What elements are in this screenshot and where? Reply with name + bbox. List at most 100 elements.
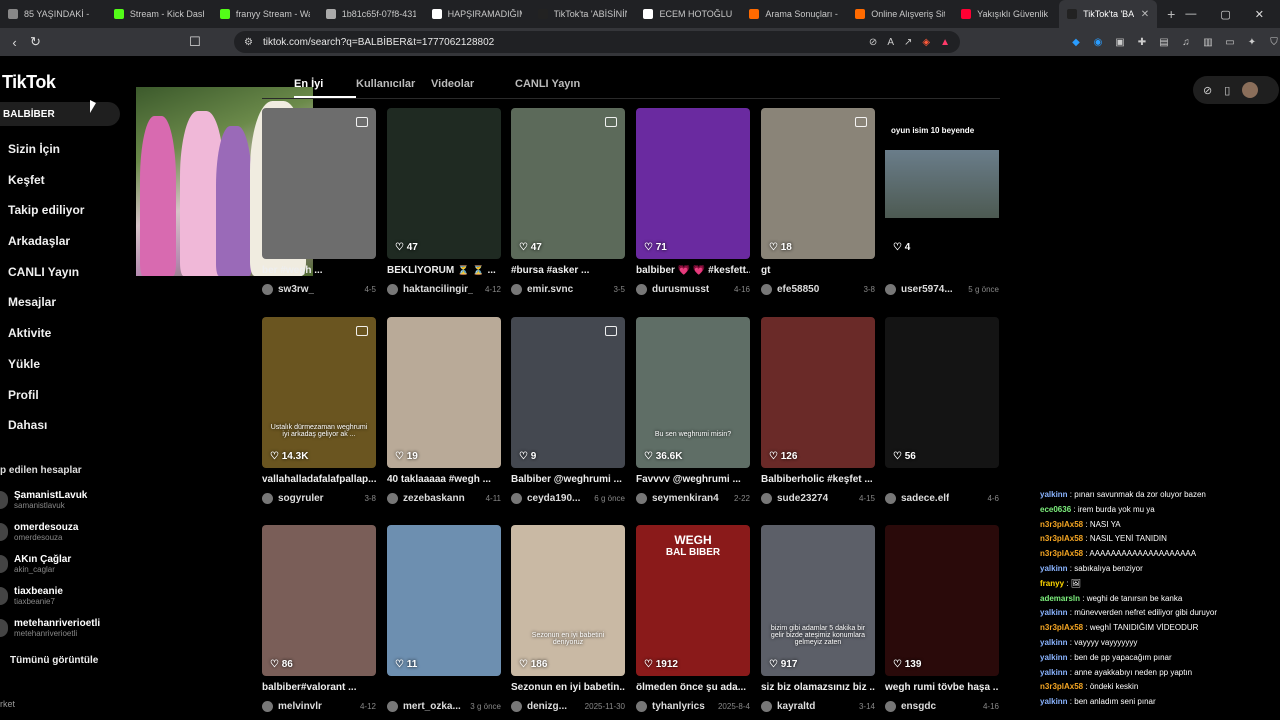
chat-username[interactable]: ademarsln bbox=[1040, 594, 1080, 603]
sidebar-item-8[interactable]: Profil bbox=[8, 388, 84, 419]
reload-icon[interactable]: ↻ bbox=[25, 34, 46, 50]
browser-tab[interactable]: Yakışıklı Güvenlik M bbox=[953, 0, 1059, 28]
wallet-icon[interactable]: ▭ bbox=[1224, 37, 1236, 48]
video-card[interactable]: ♡ 19 40 taklaaaaa #wegh ... zezebaskann 4-1… bbox=[387, 317, 501, 505]
video-author[interactable]: sadece.elf bbox=[901, 493, 949, 504]
close-window-icon[interactable]: ✕ bbox=[1255, 8, 1264, 21]
tab-search-2[interactable]: Videolar bbox=[431, 78, 515, 98]
video-card[interactable]: oyun isim 10 beyende ♡ 4 user5974... 5 g ön… bbox=[885, 108, 999, 296]
share-icon[interactable]: ↗ bbox=[904, 37, 912, 48]
chat-username[interactable]: yalkinn bbox=[1040, 668, 1068, 677]
puzzle-icon[interactable]: ✚ bbox=[1136, 37, 1148, 48]
video-card[interactable]: Bu sen weghrumi misin? ♡ 36.6K Favvvv @weg… bbox=[636, 317, 750, 505]
see-all-link[interactable]: Tümünü görüntüle bbox=[10, 655, 98, 666]
video-author[interactable]: sude23274 bbox=[777, 493, 828, 504]
avatar[interactable] bbox=[885, 700, 896, 712]
sidebar-icon[interactable]: ▥ bbox=[1202, 37, 1214, 48]
video-description[interactable]: wegh rumi tövbe haşa ... bbox=[885, 682, 999, 695]
avatar[interactable] bbox=[761, 283, 772, 295]
video-thumbnail[interactable]: ♡ 56 bbox=[885, 317, 999, 468]
sidebar-item-9[interactable]: Dahası bbox=[8, 418, 84, 449]
sidebar-item-1[interactable]: Keşfet bbox=[8, 173, 84, 204]
extension-icon[interactable]: ▤ bbox=[1158, 37, 1170, 48]
video-thumbnail[interactable]: WEGH BAL BIBER ♡ 1912 bbox=[636, 525, 750, 676]
browser-tab[interactable]: Stream - Kick Dashb bbox=[106, 0, 212, 28]
video-author[interactable]: durusmusst bbox=[652, 284, 709, 295]
tiktok-logo[interactable]: TikTok bbox=[2, 72, 56, 93]
video-author[interactable]: kayraltd bbox=[777, 701, 815, 712]
maximize-icon[interactable]: ▢ bbox=[1220, 8, 1230, 21]
followed-account[interactable]: ŞamanistLavuk samanistlavuk bbox=[0, 486, 125, 514]
music-icon[interactable]: ♫ bbox=[1180, 37, 1192, 48]
video-card[interactable]: ♡ 47 #bursa #asker ... emir.svnc 3-5 bbox=[511, 108, 625, 296]
browser-tab[interactable]: Arama Sonuçları - T bbox=[741, 0, 847, 28]
video-author[interactable]: ceyda190... bbox=[527, 493, 580, 504]
tab-search-1[interactable]: Kullanıcılar bbox=[356, 78, 431, 98]
chat-username[interactable]: yalkinn bbox=[1040, 638, 1068, 647]
video-thumbnail[interactable]: ♡ 11 bbox=[387, 525, 501, 676]
chat-username[interactable]: n3r3plAx58 bbox=[1040, 520, 1083, 529]
video-thumbnail[interactable]: ♡ 18 bbox=[761, 108, 875, 259]
compass-icon[interactable]: ⊘ bbox=[1203, 84, 1212, 97]
video-author[interactable]: user5974... bbox=[901, 284, 953, 295]
bookmark-icon[interactable]: ☐ bbox=[184, 34, 206, 50]
video-card[interactable]: WEGH BAL BIBER ♡ 1912 ölmeden önce şu ada..… bbox=[636, 525, 750, 713]
video-description[interactable]: Balbiberholic #keşfet ... bbox=[761, 474, 875, 487]
phone-icon[interactable]: ▯ bbox=[1224, 84, 1230, 97]
followed-account[interactable]: tiaxbeanie tiaxbeanie7 bbox=[0, 582, 125, 610]
video-thumbnail[interactable]: Sezonun en iyi babetini deniyoruz ♡ 186 bbox=[511, 525, 625, 676]
video-thumbnail[interactable]: oyun isim 10 beyende ♡ 4 bbox=[885, 108, 999, 259]
video-author[interactable]: melvinvlr bbox=[278, 701, 322, 712]
chat-username[interactable]: n3r3plAx58 bbox=[1040, 682, 1083, 691]
minimize-icon[interactable]: — bbox=[1185, 8, 1196, 21]
video-author[interactable]: denizg... bbox=[527, 701, 567, 712]
footer-text[interactable]: rket bbox=[0, 699, 15, 709]
avatar[interactable] bbox=[387, 492, 398, 504]
brave-rewards-icon[interactable]: ▲ bbox=[940, 37, 950, 48]
video-description[interactable] bbox=[387, 682, 501, 695]
video-card[interactable]: ♡ 71 balbiber 💗 💗 #kesfett... durusmusst 4-… bbox=[636, 108, 750, 296]
chat-username[interactable]: yalkinn bbox=[1040, 564, 1068, 573]
avatar[interactable] bbox=[636, 283, 647, 295]
chat-username[interactable]: ece0636 bbox=[1040, 505, 1071, 514]
close-tab-icon[interactable]: ✕ bbox=[1141, 9, 1149, 20]
avatar[interactable] bbox=[387, 283, 398, 295]
sidebar-item-6[interactable]: Aktivite bbox=[8, 326, 84, 357]
video-description[interactable]: vallahalladafalafpallap... bbox=[262, 474, 376, 487]
browser-tab[interactable]: 1b81c65f-07f8-431 bbox=[318, 0, 424, 28]
avatar[interactable] bbox=[262, 700, 273, 712]
browser-tab[interactable]: TikTok'ta 'ABİSİNİN bbox=[530, 0, 636, 28]
video-card[interactable]: ♡ 9 Balbiber @weghrumi ... ceyda190... 6 g … bbox=[511, 317, 625, 505]
video-author[interactable]: emir.svnc bbox=[527, 284, 573, 295]
video-thumbnail[interactable] bbox=[262, 108, 376, 259]
video-card[interactable]: ♡ 47 BEKLİYORUM ⏳ ⏳ ... haktancilingir_ 4-1… bbox=[387, 108, 501, 296]
avatar[interactable] bbox=[1242, 82, 1259, 98]
avatar[interactable] bbox=[262, 283, 273, 295]
video-description[interactable] bbox=[885, 474, 999, 487]
video-author[interactable]: sw3rw_ bbox=[278, 284, 314, 295]
video-description[interactable]: #bursa #asker ... bbox=[511, 265, 625, 278]
sidebar-item-5[interactable]: Mesajlar bbox=[8, 295, 84, 326]
video-card[interactable]: ♡ 139 wegh rumi tövbe haşa ... ensgdc 4-16 bbox=[885, 525, 999, 713]
video-card[interactable]: Ustalık dürmezaman weghrumi iyi arkadaş … bbox=[262, 317, 376, 505]
avatar[interactable] bbox=[511, 492, 522, 504]
video-description[interactable] bbox=[885, 265, 999, 278]
translate-icon[interactable]: A bbox=[887, 37, 894, 48]
browser-tab[interactable]: Online Alışveriş Site bbox=[847, 0, 953, 28]
leo-icon[interactable]: ✦ bbox=[1246, 37, 1258, 48]
vpn-icon[interactable]: ⛉ bbox=[1268, 37, 1280, 48]
chat-username[interactable]: yalkinn bbox=[1040, 697, 1068, 706]
avatar[interactable] bbox=[262, 492, 273, 504]
extension-icon[interactable]: ▣ bbox=[1114, 37, 1126, 48]
video-card[interactable]: ber #wegh ... sw3rw_ 4-5 bbox=[262, 108, 376, 296]
avatar[interactable] bbox=[511, 283, 522, 295]
avatar[interactable] bbox=[387, 700, 398, 712]
video-description[interactable]: 40 taklaaaaa #wegh ... bbox=[387, 474, 501, 487]
video-card[interactable]: ♡ 56 sadece.elf 4-6 bbox=[885, 317, 999, 505]
video-author[interactable]: mert_ozka... bbox=[403, 701, 461, 712]
chat-username[interactable]: yalkinn bbox=[1040, 490, 1068, 499]
brave-shield-icon[interactable]: ◈ bbox=[922, 37, 930, 48]
sidebar-item-0[interactable]: Sizin İçin bbox=[8, 142, 84, 173]
browser-tab[interactable]: ECEM HOTOĞLU - G bbox=[635, 0, 741, 28]
chat-username[interactable]: yalkinn bbox=[1040, 608, 1068, 617]
